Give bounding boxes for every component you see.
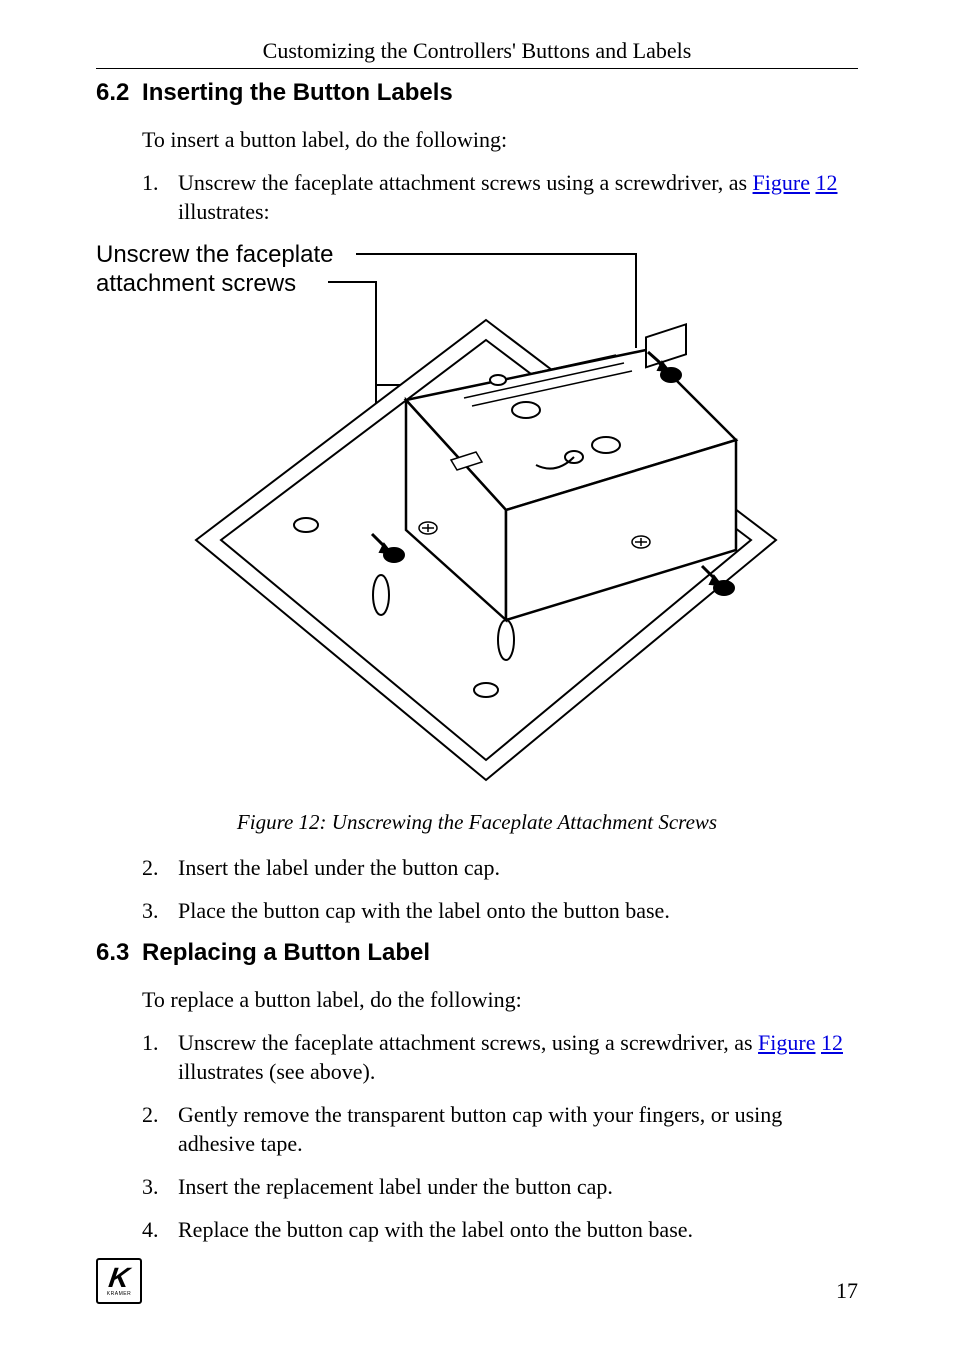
step-number: 1. (142, 1028, 178, 1086)
header-rule (96, 68, 858, 69)
intro-6-2: To insert a button label, do the followi… (142, 125, 858, 154)
step-6-3-1: 1. Unscrew the faceplate attachment scre… (142, 1028, 858, 1086)
step-text: Insert the label under the button cap. (178, 853, 858, 882)
step-6-3-3: 3. Insert the replacement label under th… (142, 1172, 858, 1201)
page-footer: K KRAMER 17 (96, 1258, 858, 1304)
figure-12-link-2[interactable]: 12 (816, 170, 838, 195)
page-number: 17 (836, 1278, 858, 1304)
steps-6-2-cont: 2. Insert the label under the button cap… (142, 853, 858, 925)
section-6-2-body-cont: 2. Insert the label under the button cap… (142, 853, 858, 925)
figure-12: Unscrew the faceplate attachment screws (96, 240, 858, 800)
kramer-logo: K KRAMER (96, 1258, 142, 1304)
step-text: Gently remove the transparent button cap… (178, 1100, 858, 1158)
page: Customizing the Controllers' Buttons and… (0, 0, 954, 1354)
step-text: Unscrew the faceplate attachment screws,… (178, 1028, 858, 1086)
figure-12-caption: Figure 12: Unscrewing the Faceplate Atta… (96, 810, 858, 835)
step-text: Unscrew the faceplate attachment screws … (178, 168, 858, 226)
intro-6-3: To replace a button label, do the follow… (142, 985, 858, 1014)
figure-12-link[interactable]: Figure (753, 170, 810, 195)
heading-6-3: 6.3 Replacing a Button Label (96, 939, 858, 967)
heading-6-2: 6.2 Inserting the Button Labels (96, 79, 858, 107)
logo-k-icon: K (107, 1265, 131, 1291)
step-6-2-1: 1. Unscrew the faceplate attachment scre… (142, 168, 858, 226)
step-text: Replace the button cap with the label on… (178, 1215, 858, 1244)
step-number: 4. (142, 1215, 178, 1244)
steps-6-3: 1. Unscrew the faceplate attachment scre… (142, 1028, 858, 1244)
step-number: 3. (142, 896, 178, 925)
step-number: 2. (142, 1100, 178, 1158)
step-number: 1. (142, 168, 178, 226)
step-6-3-2: 2. Gently remove the transparent button … (142, 1100, 858, 1158)
heading-title: Inserting the Button Labels (142, 79, 453, 106)
steps-6-2: 1. Unscrew the faceplate attachment scre… (142, 168, 858, 226)
running-header: Customizing the Controllers' Buttons and… (96, 38, 858, 68)
device-illustration (176, 280, 796, 790)
step-6-2-2: 2. Insert the label under the button cap… (142, 853, 858, 882)
heading-number: 6.2 (96, 79, 129, 106)
step-6-3-4: 4. Replace the button cap with the label… (142, 1215, 858, 1244)
heading-number: 6.3 (96, 939, 129, 966)
step-text: Insert the replacement label under the b… (178, 1172, 858, 1201)
step-number: 2. (142, 853, 178, 882)
section-6-2-body: To insert a button label, do the followi… (142, 125, 858, 226)
figure-12-link-2[interactable]: 12 (821, 1030, 843, 1055)
step-text: Place the button cap with the label onto… (178, 896, 858, 925)
step-number: 3. (142, 1172, 178, 1201)
step-6-2-3: 3. Place the button cap with the label o… (142, 896, 858, 925)
heading-title: Replacing a Button Label (142, 939, 430, 966)
figure-12-link[interactable]: Figure (758, 1030, 815, 1055)
section-6-3-body: To replace a button label, do the follow… (142, 985, 858, 1244)
